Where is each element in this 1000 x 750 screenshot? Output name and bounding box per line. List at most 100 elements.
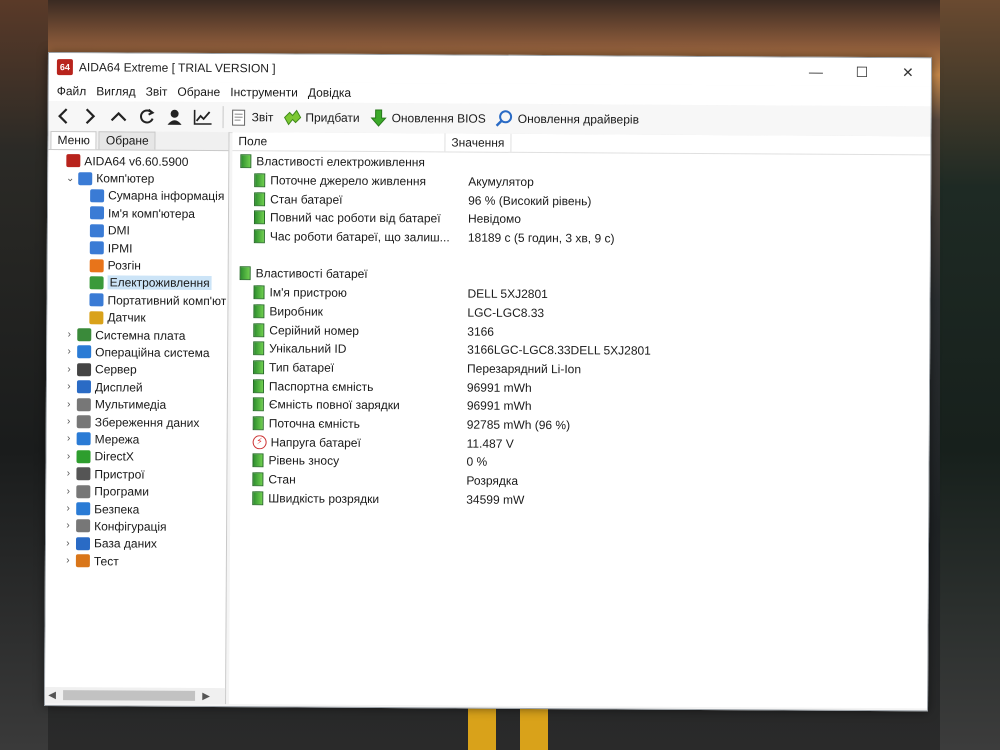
battery-icon <box>240 154 252 169</box>
ipmi-icon <box>89 241 104 255</box>
scroll-right-icon[interactable]: ▶ <box>199 690 213 701</box>
field-label: Ім'я пристрою <box>269 285 348 300</box>
field-label: Властивості електроживлення <box>256 154 425 170</box>
tree-item[interactable]: › Пристрої <box>46 465 226 483</box>
tree-item-label: AIDA64 v6.60.5900 <box>84 153 189 169</box>
menu-file[interactable]: Файл <box>53 84 91 98</box>
details-list: Властивості електроживлення Поточне джере… <box>230 151 930 511</box>
tree-item[interactable]: › DirectX <box>46 448 226 466</box>
tree-item-label: DirectX <box>94 449 134 464</box>
expand-toggle-icon[interactable]: › <box>63 416 75 427</box>
back-button[interactable] <box>49 103 77 129</box>
expand-toggle-icon[interactable]: › <box>62 555 74 566</box>
expand-toggle-icon[interactable]: › <box>62 451 74 462</box>
tree-item-label: Збереження даних <box>94 414 200 430</box>
tree-item[interactable]: › Тест <box>46 552 226 570</box>
expand-toggle-icon[interactable]: › <box>62 468 74 479</box>
expand-toggle-icon[interactable]: › <box>63 347 75 358</box>
user-button[interactable] <box>161 104 189 130</box>
tree-item[interactable]: › Операційна система <box>47 343 227 361</box>
minimize-button[interactable]: — <box>793 58 839 86</box>
field-label: Унікальний ID <box>269 341 347 357</box>
forward-button[interactable] <box>77 103 105 129</box>
expand-toggle-icon[interactable]: › <box>63 364 75 375</box>
config-icon <box>76 519 91 533</box>
tree-item[interactable]: › Безпека <box>46 500 226 518</box>
tree-item[interactable]: › Програми <box>46 482 226 500</box>
user-icon <box>167 109 182 125</box>
up-button[interactable] <box>105 103 133 129</box>
field-label: Швидкість розрядки <box>268 491 380 506</box>
menu-tools[interactable]: Інструменти <box>226 85 302 99</box>
field-label: Поточне джерело живлення <box>270 173 427 189</box>
title-bar[interactable]: 64 AIDA64 Extreme [ TRIAL VERSION ] — ☐ … <box>48 53 931 87</box>
expand-toggle-icon[interactable]: › <box>62 486 74 497</box>
tree-item[interactable]: › Системна плата <box>47 326 227 344</box>
toolbar-separator <box>222 106 224 129</box>
tree-item[interactable]: › Мережа <box>47 430 227 448</box>
tree-item[interactable]: DMI <box>48 222 228 240</box>
property-row[interactable]: Швидкість розрядки 34599 mW <box>230 488 928 511</box>
expand-toggle-icon[interactable]: › <box>63 399 75 410</box>
field-label: Час роботи батареї, що залиш... <box>269 229 450 245</box>
tree-item[interactable]: Сумарна інформація <box>48 187 228 205</box>
tab-menu[interactable]: Меню <box>50 131 97 150</box>
tree-item[interactable]: › Сервер <box>47 361 227 379</box>
expand-toggle-icon[interactable]: › <box>63 381 75 392</box>
report-label: Звіт <box>251 110 274 125</box>
tree-item[interactable]: › Дисплей <box>47 378 227 396</box>
tree-item[interactable]: Датчик <box>47 309 227 327</box>
tree-item[interactable]: IPMI <box>48 239 228 257</box>
expand-toggle-icon[interactable]: › <box>62 538 74 549</box>
bios-update-button[interactable]: Оновлення BIOS <box>370 109 486 128</box>
tree-item-label: Операційна система <box>95 345 210 360</box>
maximize-button[interactable]: ☐ <box>839 58 885 86</box>
column-value[interactable]: Значення <box>445 133 512 152</box>
expand-toggle-icon[interactable]: › <box>63 329 75 340</box>
buy-button[interactable]: Придбати <box>283 108 360 126</box>
close-button[interactable]: ✕ <box>885 58 931 86</box>
field-value: 11.487 V <box>466 436 514 451</box>
report-button[interactable]: Звіт <box>230 108 274 126</box>
field-value: 92785 mWh (96 %) <box>466 417 571 433</box>
field-value: 0 % <box>466 454 488 470</box>
menu-view[interactable]: Вигляд <box>92 84 139 98</box>
horizontal-scrollbar[interactable]: ◀ ▶ <box>45 686 226 705</box>
scroll-left-icon[interactable]: ◀ <box>45 689 59 701</box>
battery-icon <box>253 285 265 300</box>
tree-item-label: Конфігурація <box>94 519 167 534</box>
tree-item[interactable]: Розгін <box>48 256 228 274</box>
tab-favorites[interactable]: Обране <box>98 131 156 150</box>
tree-item[interactable]: Портативний комп'ют <box>47 291 227 309</box>
driver-update-button[interactable]: Оновлення драйверів <box>495 110 639 129</box>
tree-item-label: Пристрої <box>94 467 145 482</box>
field-value: DELL 5XJ2801 <box>467 286 548 302</box>
scroll-thumb[interactable] <box>63 690 196 701</box>
dmi-icon <box>89 224 104 238</box>
tree-item[interactable]: › Конфігурація <box>46 517 226 535</box>
bios-update-label: Оновлення BIOS <box>391 111 486 126</box>
expand-toggle-icon[interactable]: ⌄ <box>64 173 76 184</box>
report-icon <box>230 108 248 126</box>
chart-button[interactable] <box>189 104 217 130</box>
expand-toggle-icon[interactable]: › <box>62 503 74 514</box>
menu-help[interactable]: Довідка <box>304 86 355 100</box>
expand-toggle-icon[interactable]: › <box>62 520 74 532</box>
field-value: Розрядка <box>466 473 519 488</box>
tree-item[interactable]: › База даних <box>46 535 226 553</box>
tree-item[interactable]: Електроживлення <box>48 274 228 292</box>
menu-report[interactable]: Звіт <box>142 85 172 99</box>
expand-toggle-icon[interactable]: › <box>63 434 75 445</box>
buy-label: Придбати <box>305 110 360 125</box>
menu-favorites[interactable]: Обране <box>173 85 224 99</box>
field-value: 96 % (Високий рівень) <box>468 193 592 209</box>
tree-item-label: Сервер <box>95 362 137 377</box>
navigation-pane: Меню Обране AIDA64 v6.60.5900 ⌄ Комп'ютер С… <box>45 131 230 705</box>
tree-item[interactable]: Ім'я комп'ютера <box>48 204 228 222</box>
tree-item[interactable]: › Збереження даних <box>47 413 227 431</box>
refresh-button[interactable] <box>133 104 161 130</box>
tree-item[interactable]: AIDA64 v6.60.5900 <box>48 152 228 170</box>
tree-item[interactable]: › Мультимедіа <box>47 395 227 413</box>
tree-item[interactable]: ⌄ Комп'ютер <box>48 169 228 187</box>
column-field[interactable]: Поле <box>232 132 446 152</box>
